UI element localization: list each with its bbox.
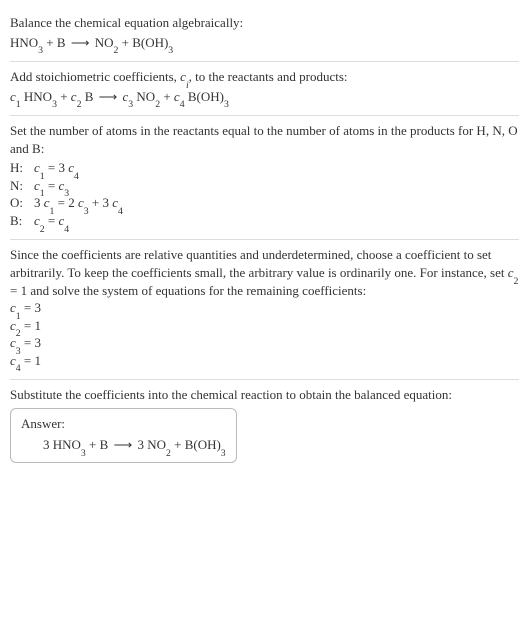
c4-sub: 4 <box>180 99 185 110</box>
plus1: + <box>57 89 71 104</box>
lbl-b: B: <box>10 213 22 228</box>
step1-equation: HNO3 + B ⟶ NO2 + B(OH)3 <box>10 34 519 52</box>
c4-var: c <box>174 89 180 104</box>
atom-row-o: O: 3 c1 = 2 c3 + 3 c4 <box>10 194 519 212</box>
step2-text-b: , to the reactants and products: <box>189 69 348 84</box>
step2-equation: c1 HNO3 + c2 B ⟶ c3 NO2 + c4 B(OH)3 <box>10 88 519 106</box>
hno3-sub: 3 <box>52 99 57 110</box>
plus2: + <box>160 89 174 104</box>
atom-row-h: H: c1 = 3 c4 <box>10 159 519 177</box>
sp1: HNO <box>21 89 52 104</box>
c1-sub: 1 <box>16 99 21 110</box>
atom-label-o: O: <box>10 194 24 212</box>
atom-equations-table: H: c1 = 3 c4 N: c1 = c3 O: 3 c1 = 2 c3 +… <box>10 159 519 229</box>
answer-label: Answer: <box>21 415 226 433</box>
step-balance-intro: Balance the chemical equation algebraica… <box>10 8 519 62</box>
coeff-c2: c2 = 1 <box>10 317 519 335</box>
boh3-sub: 3 <box>224 99 229 110</box>
atom-row-n: N: c1 = c3 <box>10 177 519 195</box>
step-atom-balance: Set the number of atoms in the reactants… <box>10 116 519 240</box>
no2-sub: 2 <box>155 99 160 110</box>
step1-text: Balance the chemical equation algebraica… <box>10 14 519 32</box>
atom-eq-o: 3 c1 = 2 c3 + 3 c4 <box>34 194 123 212</box>
atom-label-b: B: <box>10 212 24 230</box>
step-solve-coefficients: Since the coefficients are relative quan… <box>10 240 519 380</box>
sp5: B(OH) <box>185 89 224 104</box>
answer-box: Answer: 3 HNO3 + B ⟶ 3 NO2 + B(OH)3 <box>10 408 237 463</box>
step2-sub: i <box>186 80 189 91</box>
atom-eq-h: c1 = 3 c4 <box>34 159 79 177</box>
c2-sub: 2 <box>77 99 82 110</box>
step-answer: Substitute the coefficients into the che… <box>10 380 519 473</box>
step4-text: Since the coefficients are relative quan… <box>10 246 519 299</box>
step5-text: Substitute the coefficients into the che… <box>10 386 519 404</box>
coeff-c3: c3 = 3 <box>10 334 519 352</box>
coeff-c4: c4 = 1 <box>10 352 519 370</box>
lbl-h: H: <box>10 160 23 175</box>
c2-var: c <box>71 89 77 104</box>
sp4: NO <box>133 89 155 104</box>
coefficient-values: c1 = 3 c2 = 1 c3 = 3 c4 = 1 <box>10 299 519 369</box>
c3-sub: 3 <box>128 99 133 110</box>
lbl-n: N: <box>10 178 23 193</box>
atom-label-h: H: <box>10 159 24 177</box>
lbl-o: O: <box>10 195 23 210</box>
sp2: B <box>81 89 96 104</box>
answer-equation: 3 HNO3 + B ⟶ 3 NO2 + B(OH)3 <box>21 436 226 454</box>
step2-text: Add stoichiometric coefficients, ci, to … <box>10 68 519 86</box>
atom-label-n: N: <box>10 177 24 195</box>
step2-text-a: Add stoichiometric coefficients, <box>10 69 180 84</box>
step1-eq-text: HNO3 + B ⟶ NO2 + B(OH)3 <box>10 35 173 50</box>
c1-var: c <box>10 89 16 104</box>
step-add-coefficients: Add stoichiometric coefficients, ci, to … <box>10 62 519 116</box>
arrow: ⟶ <box>97 89 120 104</box>
step3-text: Set the number of atoms in the reactants… <box>10 122 519 157</box>
coeff-c1: c1 = 3 <box>10 299 519 317</box>
